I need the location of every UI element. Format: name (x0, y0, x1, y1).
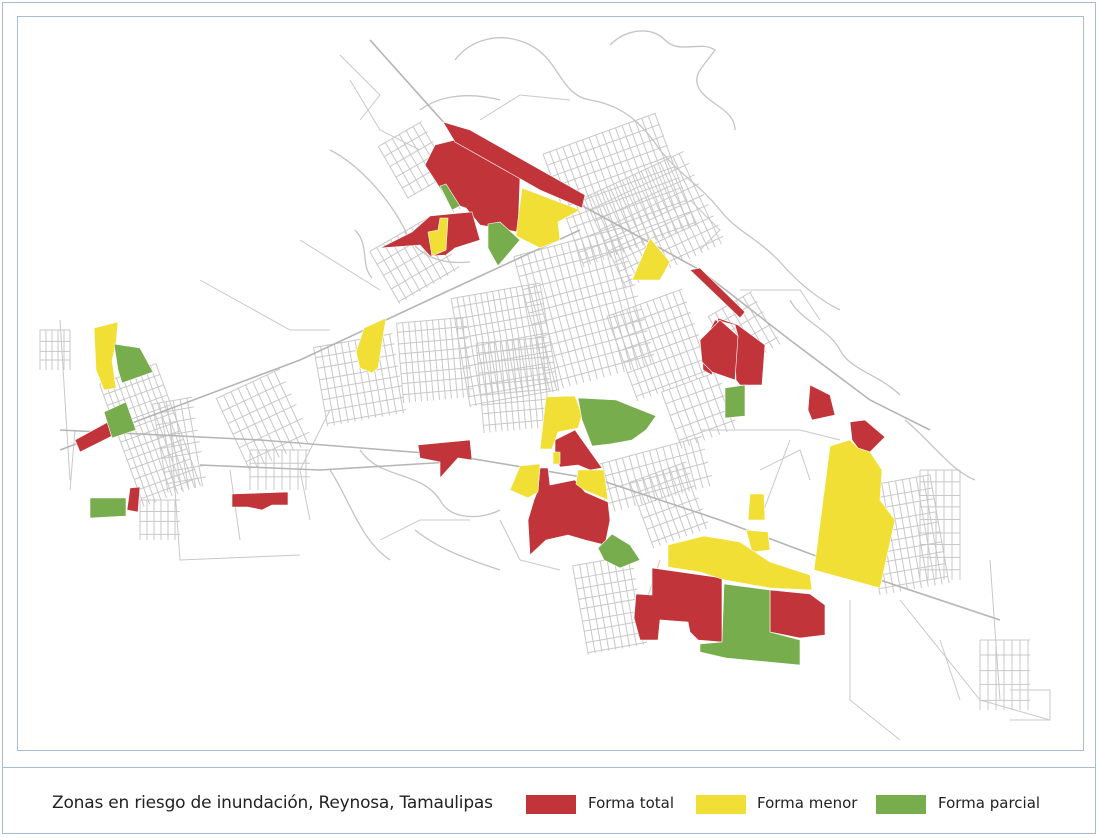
zone-total-7[interactable] (807, 384, 836, 421)
zone-menor-4[interactable] (93, 321, 119, 391)
zone-total-12[interactable] (74, 421, 113, 453)
legend-swatch-forma-menor (696, 795, 746, 814)
legend-label-forma-total: Forma total (588, 794, 675, 812)
legend-divider (3, 767, 1095, 768)
zone-total-15[interactable] (633, 567, 723, 643)
zone-parcial-7[interactable] (724, 384, 746, 419)
legend-label-forma-parcial: Forma parcial (938, 794, 1041, 812)
zone-menor-3[interactable] (631, 237, 671, 281)
legend-swatch-forma-parcial (876, 795, 926, 814)
zone-menor-5[interactable] (355, 317, 387, 374)
zone-parcial-5[interactable] (89, 497, 127, 519)
zone-total-9[interactable] (417, 439, 473, 479)
zone-menor-13[interactable] (813, 439, 896, 589)
zone-total-16[interactable] (769, 589, 826, 639)
zone-parcial-6[interactable] (577, 397, 657, 447)
zone-menor-7[interactable] (552, 451, 561, 465)
legend-title: Zonas en riesgo de inundación, Reynosa, … (52, 793, 493, 813)
flood-risk-map (39, 30, 1051, 741)
legend-swatch-forma-total (526, 795, 576, 814)
zone-total-13[interactable] (126, 486, 141, 513)
zone-menor-8[interactable] (509, 463, 541, 499)
zone-menor-10[interactable] (747, 493, 766, 521)
street-network (39, 54, 1051, 741)
zone-total-14[interactable] (231, 491, 289, 511)
legend-label-forma-menor: Forma menor (757, 794, 858, 812)
zone-total-4[interactable] (689, 267, 746, 319)
